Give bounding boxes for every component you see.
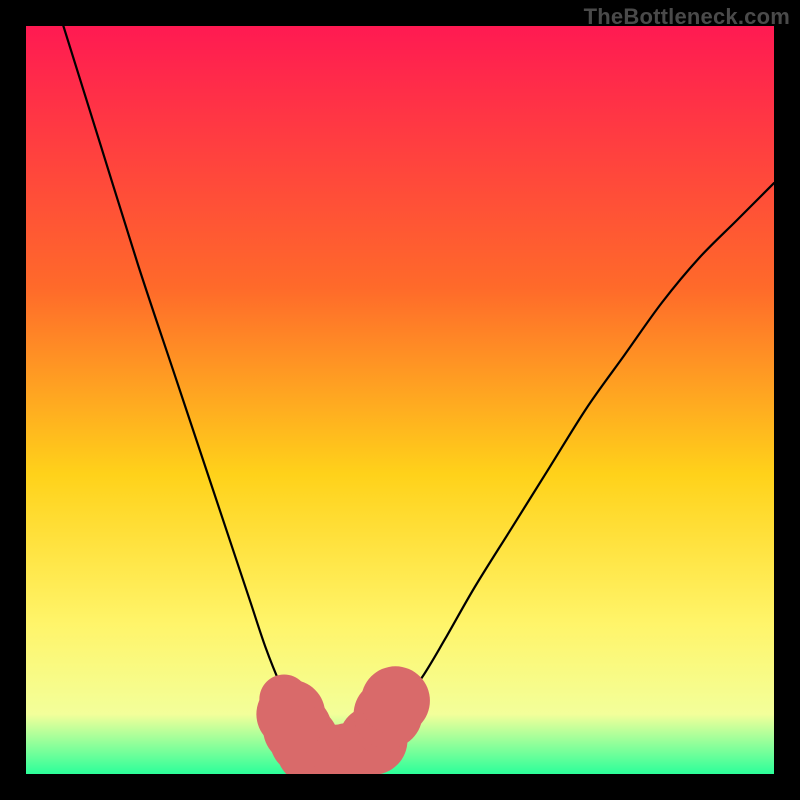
chart-frame: TheBottleneck.com xyxy=(0,0,800,800)
marker-dot xyxy=(361,666,430,735)
gradient-background xyxy=(26,26,774,774)
chart-svg xyxy=(26,26,774,774)
plot-area xyxy=(26,26,774,774)
